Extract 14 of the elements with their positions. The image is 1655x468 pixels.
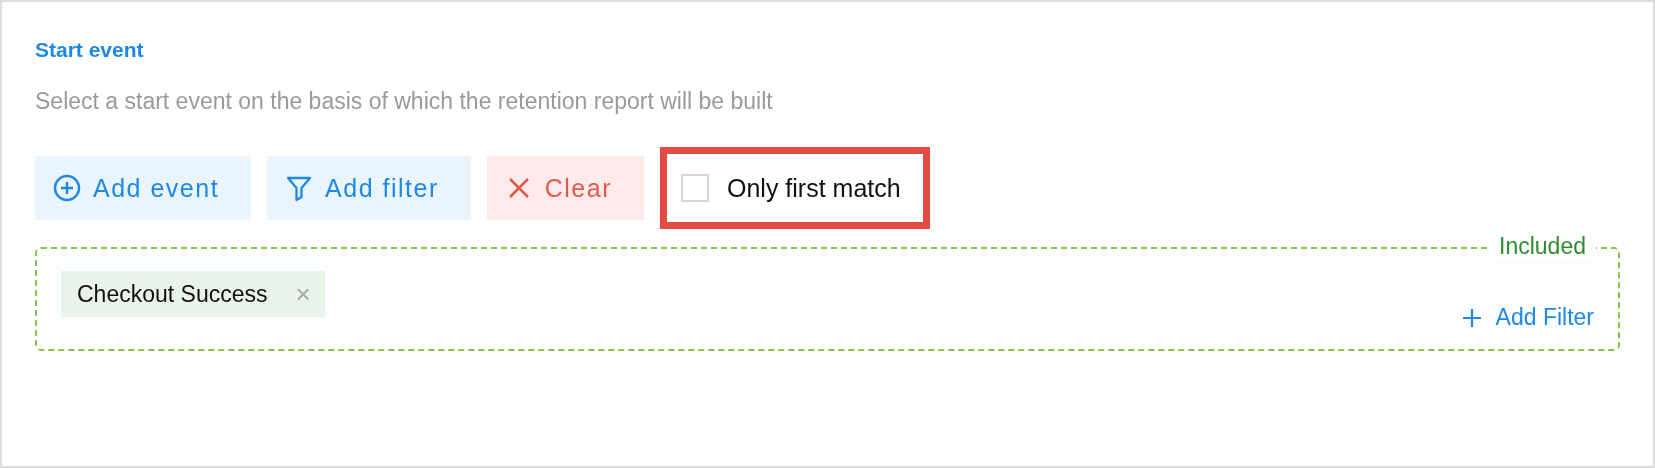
plus-icon: [1461, 307, 1482, 328]
clear-button[interactable]: Clear: [486, 156, 644, 220]
section-description: Select a start event on the basis of which the retention report will be built: [35, 88, 773, 115]
plus-circle-icon: [53, 174, 81, 202]
checkbox[interactable]: [681, 174, 709, 202]
chip-label: Checkout Success: [77, 280, 268, 308]
checkbox-label: Only first match: [727, 173, 901, 203]
panel-legend: Included: [1489, 233, 1596, 260]
add-filter-link[interactable]: Add Filter: [1461, 304, 1594, 331]
filter-icon: [285, 174, 314, 202]
add-event-button[interactable]: Add event: [35, 156, 252, 220]
add-filter-button[interactable]: Add filter: [267, 156, 471, 220]
section-title: Start event: [35, 38, 144, 62]
remove-button[interactable]: ×: [295, 278, 311, 310]
